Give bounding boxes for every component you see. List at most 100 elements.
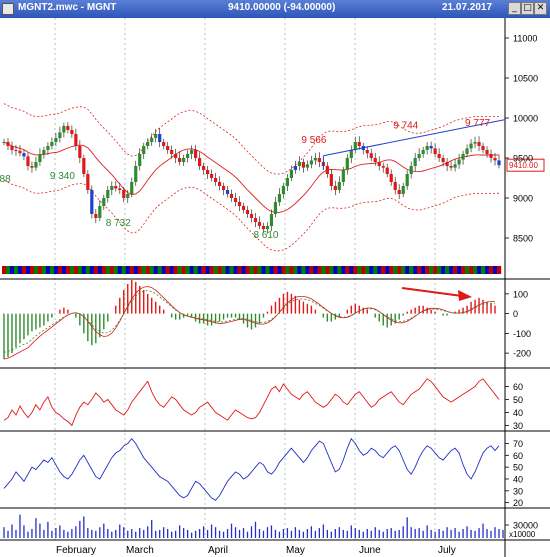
candle xyxy=(337,182,341,190)
candle xyxy=(349,150,353,158)
candle xyxy=(465,148,469,154)
candle xyxy=(345,158,349,170)
candle xyxy=(126,194,130,198)
signal-strip-cell xyxy=(465,266,470,274)
signal-strip-cell xyxy=(213,266,218,274)
signal-strip-cell xyxy=(389,266,394,274)
signal-strip-cell xyxy=(461,266,466,274)
signal-strip-cell xyxy=(181,266,186,274)
candle xyxy=(6,142,10,146)
signal-strip-cell xyxy=(353,266,358,274)
signal-strip-cell xyxy=(153,266,158,274)
candle xyxy=(229,194,234,198)
candle xyxy=(50,142,54,146)
price-annotation: 488 xyxy=(0,174,11,185)
stochastic-tick-label: 50 xyxy=(513,463,523,473)
candle xyxy=(413,158,417,166)
signal-strip-cell xyxy=(289,266,294,274)
grid-lines xyxy=(0,18,550,557)
candle xyxy=(317,158,321,162)
signal-strip-cell xyxy=(85,266,91,274)
candle xyxy=(221,186,226,190)
candle xyxy=(489,154,493,158)
x-axis-labels: February March April May June July xyxy=(56,545,456,556)
candle xyxy=(154,134,158,138)
signal-strip-cell xyxy=(145,266,150,274)
signal-strip-cell xyxy=(305,266,310,274)
candle xyxy=(441,158,445,162)
candle xyxy=(329,174,333,186)
candle xyxy=(237,202,242,206)
signal-strip-cell xyxy=(297,266,302,274)
signal-strip-cell xyxy=(277,266,282,274)
signal-strip-cell xyxy=(413,266,418,274)
signal-strip-cell xyxy=(477,266,482,274)
price-annotation: 8 732 xyxy=(106,218,131,229)
signal-strip-cell xyxy=(209,266,214,274)
signal-strip-cell xyxy=(141,266,146,274)
signal-strip-cell xyxy=(357,266,362,274)
rsi-tick-label: 30 xyxy=(513,421,523,431)
price-tick-label: 9000 xyxy=(513,194,533,204)
x-axis-label: May xyxy=(286,545,305,556)
candle xyxy=(94,214,98,218)
oscillator-tick-label: -100 xyxy=(513,329,531,339)
signal-strip-cell xyxy=(113,266,118,274)
candle xyxy=(409,166,413,174)
signal-strip-cell xyxy=(21,266,27,274)
signal-strip-cell xyxy=(313,266,318,274)
candle xyxy=(433,148,437,154)
price-tick-label: 8500 xyxy=(513,234,533,244)
candle xyxy=(198,158,202,166)
stochastic-tick-label: 70 xyxy=(513,439,523,449)
signal-strip-cell xyxy=(249,266,254,274)
candle xyxy=(130,182,134,194)
signal-strip-cell xyxy=(137,266,142,274)
candle xyxy=(46,146,50,150)
date-readout: 21.07.2017 xyxy=(442,2,493,13)
chart-app-icon[interactable] xyxy=(2,3,14,15)
volume-tick-label: 30000 xyxy=(513,521,538,531)
signal-strip-cell xyxy=(37,266,43,274)
signal-strip-cell xyxy=(265,266,270,274)
candle xyxy=(461,154,465,160)
signal-strip-cell xyxy=(93,266,99,274)
signal-strip-cell xyxy=(325,266,330,274)
candle xyxy=(429,146,433,149)
candle xyxy=(485,150,489,154)
candle xyxy=(437,154,441,158)
candle xyxy=(26,156,30,166)
signal-strip-cell xyxy=(273,266,278,274)
candle xyxy=(146,142,150,146)
signal-strip-cell xyxy=(133,266,138,274)
maximize-button[interactable]: □ xyxy=(521,2,534,15)
rsi-tick-label: 50 xyxy=(513,395,523,405)
candle xyxy=(102,198,106,206)
candle xyxy=(205,170,210,174)
candle xyxy=(289,170,294,178)
candle xyxy=(162,142,166,146)
signal-strip-cell xyxy=(125,266,130,274)
candle xyxy=(134,166,138,182)
close-button[interactable]: ✕ xyxy=(534,2,547,15)
candle xyxy=(397,190,401,194)
annotation-arrowhead xyxy=(458,290,472,301)
candle xyxy=(449,166,453,168)
window-titlebar: MGNT2.mwc - MGNT 9410.00000 (-94.00000) … xyxy=(0,0,550,18)
minimize-button[interactable]: _ xyxy=(508,2,521,15)
candle xyxy=(393,182,397,190)
signal-strip-cell xyxy=(97,266,103,274)
signal-strip-cell xyxy=(129,266,134,274)
signal-strip-cell xyxy=(81,266,87,274)
candle xyxy=(265,226,270,230)
signal-strip-cell xyxy=(13,266,19,274)
signal-strip-cell xyxy=(121,266,126,274)
candle xyxy=(281,186,286,194)
candle xyxy=(182,158,186,162)
candle xyxy=(445,162,449,166)
candle xyxy=(261,226,266,230)
price-annotation: 9 744 xyxy=(393,120,418,131)
candle xyxy=(365,150,369,154)
signal-strip-cell xyxy=(257,266,262,274)
signal-strip-cell xyxy=(25,266,31,274)
